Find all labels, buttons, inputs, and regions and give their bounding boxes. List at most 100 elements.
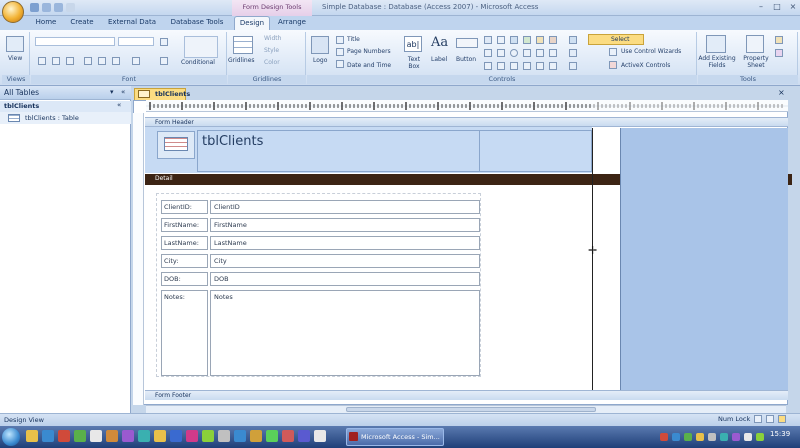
form-view-icon[interactable] (754, 415, 762, 423)
tray-icon-1[interactable] (660, 433, 668, 441)
conditional-icon[interactable] (184, 36, 218, 58)
dob-textbox[interactable]: DOB (210, 272, 480, 286)
insert-page-icon[interactable] (549, 62, 557, 70)
line-icon[interactable] (484, 62, 492, 70)
bold-icon[interactable] (38, 57, 46, 65)
folder-icon[interactable] (26, 430, 38, 442)
activex-controls-button[interactable]: ActiveX Controls (621, 62, 670, 69)
select-button[interactable]: Select (588, 34, 644, 45)
bound-object-frame-icon[interactable] (536, 49, 544, 57)
button-icon[interactable] (456, 38, 478, 48)
app-icon-13[interactable] (266, 430, 278, 442)
view-button-label[interactable]: View (8, 55, 22, 62)
text-box-label[interactable]: Text Box (403, 56, 425, 70)
italic-icon[interactable] (52, 57, 60, 65)
hyperlink-icon[interactable] (497, 36, 505, 44)
app-icon-1[interactable] (74, 430, 86, 442)
shutter-bar-icon[interactable]: « (121, 88, 125, 96)
lastname-textbox[interactable]: LastName (210, 236, 480, 250)
add-existing-fields-icon[interactable] (706, 35, 726, 53)
tray-icon-5[interactable] (708, 433, 716, 441)
dob-label[interactable]: DOB: (161, 272, 208, 286)
title-icon[interactable] (336, 36, 344, 44)
layout-view-icon[interactable] (766, 415, 774, 423)
app-icon-2[interactable] (90, 430, 102, 442)
form-width-boundary[interactable] (592, 128, 593, 390)
underline-icon[interactable] (66, 57, 74, 65)
close-document-icon[interactable]: × (778, 88, 785, 97)
tab-design[interactable]: Design (234, 16, 270, 30)
app-icon-8[interactable] (186, 430, 198, 442)
app-icon-3[interactable] (106, 430, 118, 442)
nav-group-header[interactable]: tblClients (0, 101, 131, 112)
firstname-textbox[interactable]: FirstName (210, 218, 480, 232)
city-textbox[interactable]: City (210, 254, 480, 268)
tray-icon-7[interactable] (732, 433, 740, 441)
notes-label[interactable]: Notes: (161, 290, 208, 376)
format-painter-icon[interactable] (132, 57, 140, 65)
conditional-label[interactable]: Conditional (181, 59, 215, 66)
font-grow-icon[interactable] (160, 38, 168, 46)
image-icon[interactable] (536, 36, 544, 44)
unbound-object-icon[interactable] (536, 62, 544, 70)
rectangle-icon[interactable] (497, 62, 505, 70)
taskbar-access-window[interactable]: Microsoft Access - Sim... (346, 428, 444, 446)
app-icon-7[interactable] (170, 430, 182, 442)
align-center-icon[interactable] (98, 57, 106, 65)
check-box-icon[interactable] (510, 62, 518, 70)
macro-icon[interactable] (775, 49, 783, 57)
clientid-textbox[interactable]: ClientID (210, 200, 480, 214)
customize-toolbar-icon[interactable] (66, 3, 75, 12)
date-time-icon[interactable] (336, 60, 344, 68)
toggle-button-icon[interactable] (549, 49, 557, 57)
tab-external-data[interactable]: External Data (104, 16, 160, 30)
font-size-field[interactable] (118, 37, 154, 46)
close-button[interactable]: × (786, 2, 800, 13)
list-box-icon[interactable] (484, 49, 492, 57)
font-name-field[interactable] (35, 37, 115, 46)
view-icon[interactable] (6, 36, 24, 52)
collapse-icon[interactable]: « (117, 101, 121, 109)
maximize-button[interactable]: □ (770, 2, 784, 13)
font-color-icon[interactable] (160, 57, 168, 65)
label-icon[interactable]: Aa (431, 35, 448, 50)
tray-icon-3[interactable] (684, 433, 692, 441)
app-icon-12[interactable] (250, 430, 262, 442)
tab-arrange[interactable]: Arrange (272, 16, 312, 30)
option-group-icon[interactable] (497, 49, 505, 57)
date-time-button[interactable]: Date and Time (347, 62, 391, 69)
activex-controls-icon[interactable] (609, 61, 617, 69)
page-numbers-icon[interactable] (336, 48, 344, 56)
subform-icon[interactable] (523, 49, 531, 57)
form-logo[interactable] (157, 131, 195, 159)
use-control-wizards-icon[interactable] (609, 48, 617, 56)
width-label[interactable]: Width (264, 35, 281, 42)
property-sheet-label[interactable]: Property Sheet (738, 55, 774, 69)
tab-home[interactable]: Home (28, 16, 64, 30)
attachment-icon[interactable] (549, 36, 557, 44)
form-header-bar[interactable]: Form Header (145, 117, 788, 127)
use-control-wizards-button[interactable]: Use Control Wizards (621, 48, 681, 55)
chevron-down-icon[interactable]: ▾ (110, 88, 114, 96)
app-icon-6[interactable] (154, 430, 166, 442)
city-label[interactable]: City: (161, 254, 208, 268)
start-button[interactable] (2, 428, 20, 446)
app-icon-16[interactable] (314, 430, 326, 442)
app-icon-14[interactable] (282, 430, 294, 442)
vertical-ruler[interactable] (133, 113, 144, 405)
tray-icon-2[interactable] (672, 433, 680, 441)
app-icon-15[interactable] (298, 430, 310, 442)
horizontal-scrollbar[interactable] (146, 405, 786, 413)
chart-icon[interactable] (523, 36, 531, 44)
align-right-icon[interactable] (112, 57, 120, 65)
tray-icon-4[interactable] (696, 433, 704, 441)
button-label[interactable]: Button (456, 56, 476, 63)
tab-control-icon[interactable] (484, 36, 492, 44)
page-break-icon[interactable] (523, 62, 531, 70)
save-icon[interactable] (30, 3, 39, 12)
label-label[interactable]: Label (431, 56, 447, 63)
notes-textbox[interactable]: Notes (210, 290, 480, 376)
minimize-button[interactable]: – (754, 2, 768, 13)
scroll-thumb[interactable] (346, 407, 596, 412)
style-label[interactable]: Style (264, 47, 279, 54)
